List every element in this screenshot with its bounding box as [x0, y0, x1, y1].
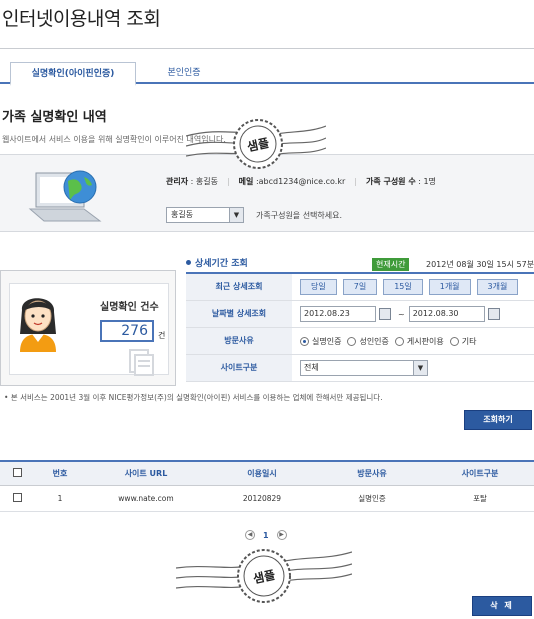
now-time-badge: 현재시간 — [372, 258, 410, 271]
cell-no: 1 — [34, 485, 86, 512]
period-today-button[interactable]: 당일 — [300, 279, 337, 295]
recent-label: 최근 상세조회 — [186, 274, 292, 300]
col-header-no: 번호 — [34, 461, 86, 486]
reason-radio-board[interactable]: 게시판이용 — [394, 336, 444, 347]
period-title-text: 상세기간 조회 — [195, 259, 248, 269]
date-to-input[interactable]: 2012.08.30 — [408, 306, 485, 322]
sample-stamp-top: 샘플 — [186, 119, 326, 169]
document-icon — [129, 349, 154, 376]
col-header-date: 이용일시 — [206, 461, 318, 486]
reason-radio-adult[interactable]: 성인인증 — [347, 336, 389, 347]
verification-count-inner: 실명확인 건수 276 건 — [9, 283, 169, 376]
delete-button[interactable]: 삭 제 — [472, 596, 532, 616]
family-member-select[interactable]: 홍길동 ▼ — [166, 207, 244, 223]
filter-table: 최근 상세조회 당일 7일 15일 1개월 3개월 날짜별 상세조회 2012.… — [186, 272, 534, 382]
period-title: 상세기간 조회 — [186, 256, 248, 269]
radio-icon — [347, 336, 357, 346]
cell-url: www.nate.com — [86, 485, 206, 512]
count-value: 276 — [100, 320, 154, 342]
members-label: 가족 구성원 수 — [365, 177, 416, 186]
period-3m-button[interactable]: 3개월 — [476, 279, 519, 295]
filter-row-reason: 방문사유 실명인증 성인인증 게시판이용 기타 — [186, 328, 534, 355]
family-select-hint: 가족구성원을 선택하세요. — [256, 211, 343, 220]
site-type-select[interactable]: 전체 ▼ — [300, 360, 428, 376]
filter-row-recent: 최근 상세조회 당일 7일 15일 1개월 3개월 — [186, 274, 534, 301]
chevron-down-icon: ▼ — [229, 208, 243, 222]
col-header-url: 사이트 URL — [86, 461, 206, 486]
site-label: 사이트구분 — [186, 355, 292, 381]
section-title: 가족 실명확인 내역 — [2, 110, 107, 125]
tab-identity-auth[interactable]: 본인인증 — [136, 62, 232, 86]
filter-row-date: 날짜별 상세조회 2012.08.23 ~ 2012.08.30 — [186, 301, 534, 328]
col-header-reason: 방문사유 — [318, 461, 426, 486]
tab-bar: 실명확인(아이핀인증) 본인인증 — [0, 60, 534, 86]
col-header-site-type: 사이트구분 — [426, 461, 534, 486]
period-7d-button[interactable]: 7일 — [342, 279, 378, 295]
chevron-down-icon: ▼ — [413, 361, 427, 375]
period-15d-button[interactable]: 15일 — [383, 279, 423, 295]
page-title: 인터넷이용내역 조회 — [2, 8, 161, 30]
date-separator: ~ — [398, 309, 405, 319]
title-divider — [0, 48, 534, 49]
family-member-selected: 홍길동 — [171, 210, 194, 219]
tab-realname-ipin[interactable]: 실명확인(아이핀인증) — [10, 62, 136, 86]
select-all-cell[interactable] — [0, 461, 34, 486]
row-select-cell[interactable] — [0, 485, 34, 512]
bullet-icon — [186, 260, 191, 265]
laptop-globe-icon — [28, 170, 102, 222]
history-table: 번호 사이트 URL 이용일시 방문사유 사이트구분 1 www.nate.co… — [0, 460, 534, 512]
members-value: 1명 — [423, 177, 436, 186]
calendar-icon[interactable] — [379, 308, 391, 320]
now-time-value: 2012년 08월 30일 15시 57분 — [426, 260, 534, 269]
calendar-icon[interactable] — [487, 308, 500, 320]
filter-row-site: 사이트구분 전체 ▼ — [186, 355, 534, 382]
site-type-selected: 전체 — [304, 363, 319, 372]
count-label: 실명확인 건수 — [100, 302, 159, 313]
cell-date: 20120829 — [206, 485, 318, 512]
admin-label: 관리자 — [166, 177, 189, 186]
reason-label-text: 게시판이용 — [406, 336, 444, 346]
cell-site-type: 포탈 — [426, 485, 534, 512]
period-1m-button[interactable]: 1개월 — [428, 279, 471, 295]
reason-radio-etc[interactable]: 기타 — [449, 336, 477, 347]
cell-reason: 실명인증 — [318, 485, 426, 512]
reason-label-text: 기타 — [461, 336, 477, 346]
radio-icon — [394, 336, 404, 346]
radio-checked-icon — [300, 336, 309, 346]
sample-stamp-bottom: 샘플 — [176, 549, 352, 603]
reason-radio-realname[interactable]: 실명인증 — [300, 336, 341, 347]
table-row: 1 www.nate.com 20120829 실명인증 포탈 — [0, 485, 534, 512]
count-unit: 건 — [158, 331, 166, 340]
select-all-checkbox[interactable] — [12, 467, 22, 477]
reason-label: 방문사유 — [186, 328, 292, 354]
reason-label-text: 성인인증 — [359, 336, 389, 346]
verification-count-panel: 실명확인 건수 276 건 — [0, 270, 176, 386]
service-notice: • 본 서비스는 2001년 3월 이후 NICE평가정보(주)의 실명확인(아… — [4, 393, 383, 402]
user-avatar-icon — [20, 298, 56, 352]
search-button[interactable]: 조회하기 — [464, 410, 532, 430]
radio-icon — [449, 336, 459, 346]
reason-label-text: 실명인증 — [312, 336, 342, 346]
date-from-input[interactable]: 2012.08.23 — [300, 306, 376, 322]
table-header-row: 번호 사이트 URL 이용일시 방문사유 사이트구분 — [0, 461, 534, 486]
date-label: 날짜별 상세조회 — [186, 301, 292, 327]
row-checkbox[interactable] — [12, 492, 22, 502]
